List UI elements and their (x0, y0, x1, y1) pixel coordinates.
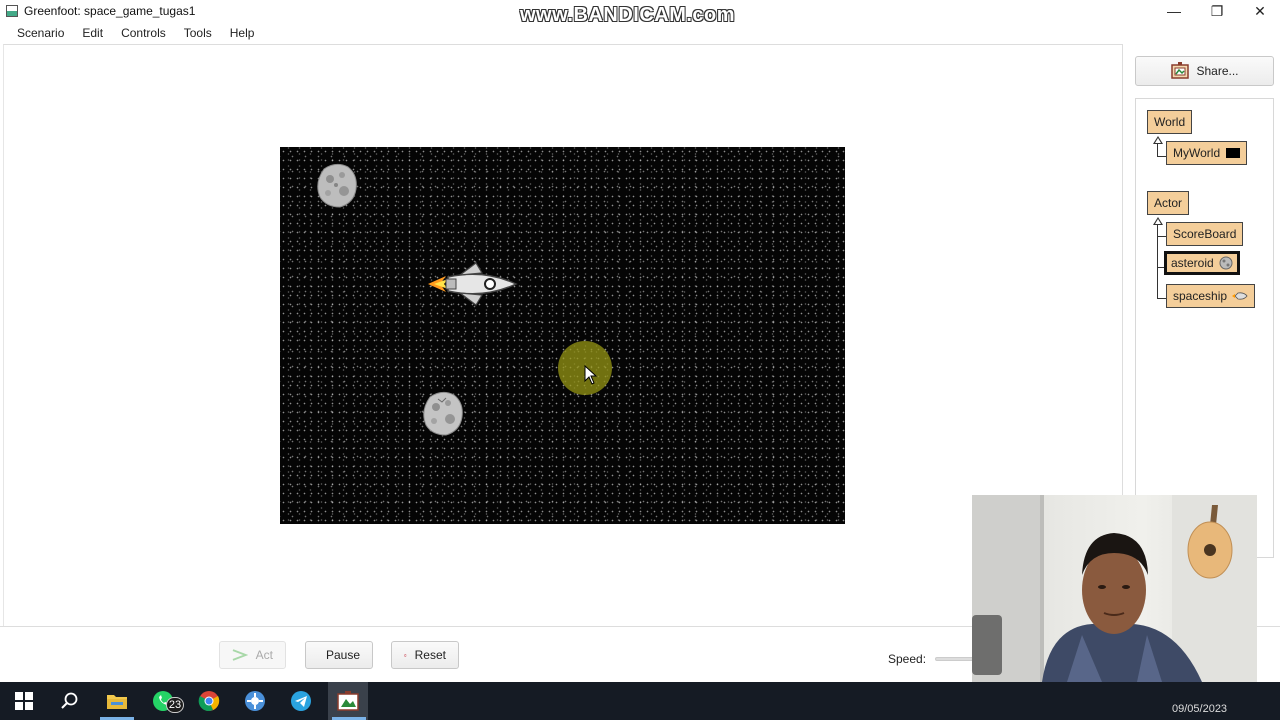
tree-line (1157, 156, 1166, 157)
mouse-cursor-icon (584, 365, 598, 385)
webcam-person-image (972, 495, 1257, 682)
whatsapp-badge: 23 (166, 697, 184, 713)
taskbar-date: 09/05/2023 (1172, 703, 1228, 715)
menu-tools[interactable]: Tools (175, 26, 221, 40)
asteroid-actor[interactable] (420, 389, 466, 437)
restore-button[interactable]: ❐ (1195, 0, 1239, 22)
settings-icon[interactable] (243, 689, 267, 713)
inherit-arrow (1153, 136, 1163, 144)
window-title: Greenfoot: space_game_tugas1 (24, 4, 196, 18)
class-world[interactable]: World (1147, 110, 1193, 134)
class-scoreboard[interactable]: ScoreBoard (1166, 222, 1244, 246)
class-asteroid[interactable]: asteroid (1164, 251, 1240, 275)
file-explorer-icon[interactable] (105, 689, 129, 713)
windows-start-icon[interactable] (12, 689, 36, 713)
class-myworld[interactable]: MyWorld (1166, 141, 1248, 165)
search-icon[interactable] (58, 689, 82, 713)
greenfoot-icon[interactable] (336, 689, 360, 713)
asteroid-actor[interactable] (314, 161, 360, 209)
act-button[interactable]: Act (219, 641, 286, 669)
speed-label: Speed: (888, 652, 927, 666)
class-actor[interactable]: Actor (1147, 191, 1190, 215)
chrome-icon[interactable] (197, 689, 221, 713)
spaceship-actor[interactable] (424, 259, 520, 309)
pause-button[interactable]: Pause (305, 641, 373, 669)
menu-help[interactable]: Help (221, 26, 264, 40)
inherit-arrow (1153, 217, 1163, 225)
share-icon (1171, 62, 1190, 79)
world-canvas[interactable] (280, 147, 845, 524)
asteroid-thumbnail-icon (1219, 256, 1233, 270)
tree-line (1157, 298, 1166, 299)
minimize-button[interactable]: — (1152, 0, 1196, 22)
share-button[interactable]: Share... (1135, 56, 1274, 86)
spaceship-thumbnail-icon (1232, 292, 1248, 300)
speed-slider[interactable] (935, 657, 975, 661)
windows-taskbar (0, 682, 1280, 720)
class-diagram: World MyWorld Actor ScoreBoard asteroid … (1135, 98, 1274, 558)
menu-bar: Scenario Edit Controls Tools Help (0, 22, 1280, 44)
menu-edit[interactable]: Edit (73, 26, 112, 40)
class-spaceship[interactable]: spaceship (1166, 284, 1256, 308)
tree-line (1157, 236, 1166, 237)
reset-button[interactable]: Reset (391, 641, 459, 669)
webcam-overlay (972, 495, 1257, 682)
reset-icon (404, 653, 407, 657)
share-label: Share... (1196, 64, 1239, 78)
act-arrow-icon (232, 649, 248, 661)
myworld-thumbnail (1226, 148, 1241, 158)
close-button[interactable]: ✕ (1238, 0, 1280, 22)
greenfoot-app-icon (6, 5, 18, 17)
telegram-icon[interactable] (289, 689, 313, 713)
menu-controls[interactable]: Controls (112, 26, 175, 40)
menu-scenario[interactable]: Scenario (8, 26, 73, 40)
